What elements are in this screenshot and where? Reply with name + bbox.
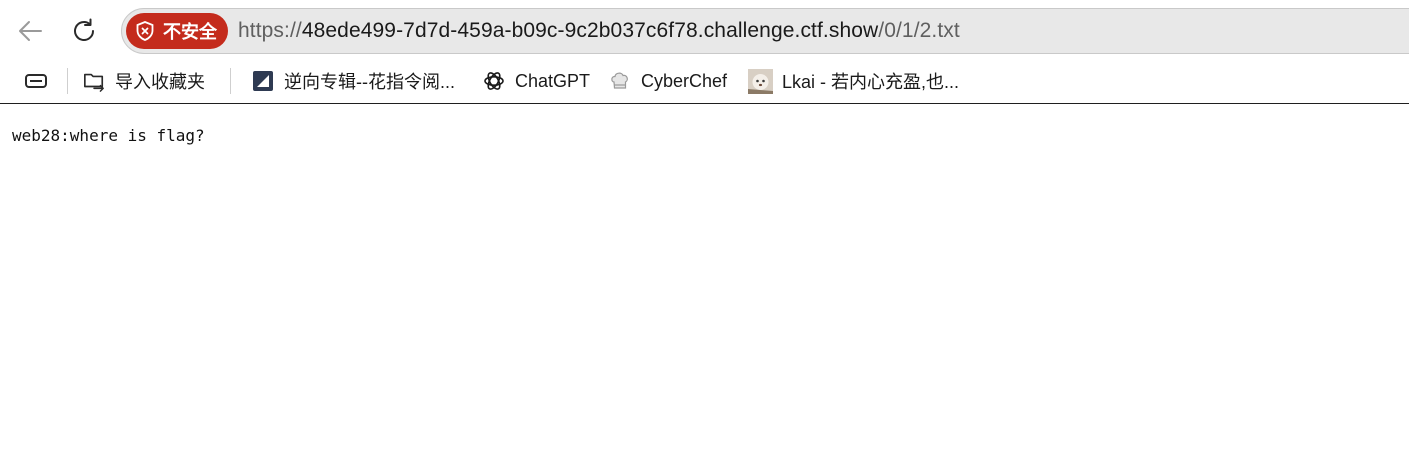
avatar-icon bbox=[748, 68, 773, 94]
bookmark-cyberchef[interactable]: CyberChef bbox=[609, 65, 727, 97]
browser-toolbar: 不安全 https://48ede499-7d7d-459a-b09c-9c2b… bbox=[0, 0, 1409, 62]
url-host: 48ede499-7d7d-459a-b09c-9c2b037c6f78.cha… bbox=[301, 19, 879, 42]
openai-icon bbox=[483, 70, 505, 92]
back-button[interactable] bbox=[10, 11, 50, 51]
import-favorites-icon bbox=[83, 70, 105, 92]
address-bar[interactable]: 不安全 https://48ede499-7d7d-459a-b09c-9c2b… bbox=[121, 8, 1409, 54]
reload-icon bbox=[74, 18, 94, 42]
bookmark-lkai[interactable]: Lkai - 若内心充盈,也... bbox=[748, 65, 959, 97]
security-badge[interactable]: 不安全 bbox=[126, 13, 228, 49]
back-arrow-icon bbox=[19, 21, 42, 41]
chef-hat-icon bbox=[609, 70, 631, 92]
shield-warning-icon bbox=[136, 21, 154, 41]
reload-button[interactable] bbox=[64, 11, 104, 51]
zhihu-column-icon bbox=[252, 70, 274, 92]
bookmark-label: CyberChef bbox=[641, 70, 728, 91]
bookmark-label: 导入收藏夹 bbox=[115, 72, 205, 92]
bookmark-zhihu-column[interactable]: 逆向专辑--花指令阅... bbox=[252, 65, 455, 97]
bookmark-chatgpt[interactable]: ChatGPT bbox=[483, 65, 590, 97]
bookmark-label: Lkai - 若内心充盈,也... bbox=[782, 72, 960, 92]
sidebar-toggle-button[interactable] bbox=[22, 67, 50, 95]
bookmarks-divider bbox=[230, 68, 231, 94]
url-scheme: https:// bbox=[238, 19, 302, 42]
sidebar-toggle-icon bbox=[25, 74, 47, 88]
bookmark-label: 逆向专辑--花指令阅... bbox=[284, 72, 455, 92]
browser-chrome: 不安全 https://48ede499-7d7d-459a-b09c-9c2b… bbox=[0, 0, 1409, 104]
page-text: web28:where is flag? bbox=[12, 126, 205, 145]
security-label: 不安全 bbox=[163, 22, 217, 42]
bookmarks-bar: 导入收藏夹 逆向专辑--花指令阅... ChatGPT CyberChef Lk… bbox=[0, 62, 1409, 104]
bookmark-label: ChatGPT bbox=[515, 70, 591, 91]
url-path: /0/1/2.txt bbox=[878, 19, 960, 42]
url-input[interactable]: https://48ede499-7d7d-459a-b09c-9c2b037c… bbox=[238, 19, 960, 43]
bookmarks-divider bbox=[67, 68, 68, 94]
bookmark-import-favorites[interactable]: 导入收藏夹 bbox=[83, 65, 205, 97]
page-content: web28:where is flag? bbox=[0, 104, 1409, 167]
